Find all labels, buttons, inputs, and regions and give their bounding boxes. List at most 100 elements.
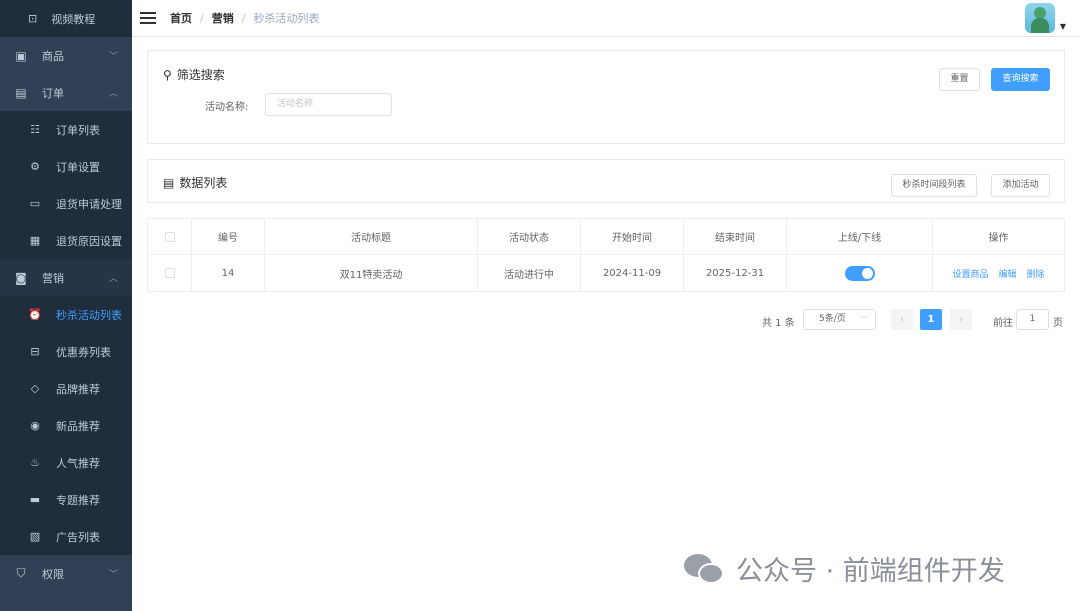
sidebar-item-video-tutorial[interactable]: ⊡ 视频教程	[0, 0, 132, 37]
checkbox[interactable]	[164, 268, 175, 278]
return-icon: ▭	[29, 197, 41, 210]
sidebar-item-ad[interactable]: ▧ 广告列表	[0, 518, 132, 555]
prev-page-button[interactable]: ‹	[891, 309, 913, 330]
column-header: 操作	[988, 233, 1009, 244]
breadcrumb-current: 秒杀活动列表	[253, 12, 320, 25]
sidebar-menu-goods[interactable]: ▣ 商品 ﹀	[0, 37, 132, 74]
sidebar-item-coupon[interactable]: ⊟ 优惠券列表	[0, 333, 132, 370]
set-goods-link[interactable]: 设置商品	[952, 267, 988, 280]
breadcrumb-home[interactable]: 首页	[170, 10, 192, 26]
ad-icon: ▧	[29, 530, 41, 543]
watermark: 公众号 · 前端组件开发	[684, 549, 1005, 588]
column-header: 活动标题	[265, 219, 478, 254]
pagination-total: 共 1 条	[762, 318, 795, 329]
top-navbar: 首页 / 营销 / 秒杀活动列表 ▼	[132, 0, 1080, 37]
activity-table: 编号 活动标题 活动状态 开始时间 结束时间 上线/下线 操作 14 双11特卖…	[147, 218, 1065, 292]
column-header: 结束时间	[684, 219, 787, 254]
column-header: 活动状态	[478, 219, 581, 254]
sidebar-item-label: 退货原因设置	[56, 234, 122, 248]
avatar[interactable]	[1025, 3, 1055, 33]
breadcrumb-separator: /	[241, 11, 246, 25]
sidebar-item-brand[interactable]: ◇ 品牌推荐	[0, 370, 132, 407]
sidebar-item-return-apply[interactable]: ▭ 退货申请处理	[0, 185, 132, 222]
activity-name-input[interactable]: 活动名称	[265, 93, 392, 116]
sidebar-menu-marketing[interactable]: ◙ 营销 ︿	[0, 259, 132, 296]
sidebar-menu-order[interactable]: ▤ 订单 ︿	[0, 74, 132, 111]
chevron-down-icon: ﹀	[108, 52, 118, 62]
filter-card: ⚲ 筛选搜索 活动名称: 活动名称 重置 查询搜索	[147, 50, 1065, 144]
chevron-up-icon: ︿	[108, 274, 118, 284]
coupon-icon: ⊟	[30, 345, 40, 358]
marketing-icon: ◙	[15, 270, 27, 285]
goto-page-input[interactable]: 1	[1016, 309, 1049, 330]
list-icon: ☷	[30, 123, 40, 136]
sidebar-item-label: 权限	[42, 567, 64, 581]
page-size-value: 5条/页	[819, 314, 846, 324]
search-button[interactable]: 查询搜索	[991, 68, 1050, 91]
filter-title-text: 筛选搜索	[176, 68, 225, 82]
activity-name-label: 活动名称:	[205, 102, 249, 113]
data-list-card: ▤ 数据列表 秒杀时间段列表 添加活动	[147, 159, 1065, 203]
clock-icon: ⏰	[28, 308, 42, 321]
new-icon: ◉	[30, 419, 40, 432]
sidebar-item-label: 优惠券列表	[56, 345, 111, 359]
sidebar-item-label: 广告列表	[56, 530, 100, 544]
edit-link[interactable]: 编辑	[998, 267, 1016, 280]
breadcrumb: 首页 / 营销 / 秒杀活动列表	[170, 10, 319, 26]
sidebar-item-order-settings[interactable]: ⚙ 订单设置	[0, 148, 132, 185]
main-content: ⚲ 筛选搜索 活动名称: 活动名称 重置 查询搜索 ▤ 数据列表 秒杀时间段列表…	[132, 37, 1080, 611]
sidebar-item-flash-sale[interactable]: ⏰ 秒杀活动列表	[0, 296, 132, 333]
document-icon: ▤	[163, 175, 175, 190]
sidebar-item-label: 订单设置	[56, 160, 100, 174]
gear-icon: ⚙	[30, 160, 40, 173]
chevron-up-icon: ︿	[108, 89, 118, 99]
sidebar-item-label: 商品	[42, 49, 64, 63]
fire-icon: ♨	[30, 456, 40, 469]
cell-title: 双11特卖活动	[265, 255, 478, 291]
sidebar-item-order-list[interactable]: ☷ 订单列表	[0, 111, 132, 148]
reset-button[interactable]: 重置	[939, 68, 980, 91]
breadcrumb-marketing[interactable]: 营销	[212, 10, 234, 26]
row-select[interactable]	[148, 255, 192, 291]
video-icon: ⊡	[28, 12, 38, 25]
topic-icon: ▬	[29, 493, 41, 506]
sidebar-item-label: 视频教程	[51, 12, 96, 26]
sidebar-item-label: 订单	[42, 86, 64, 100]
tag-icon: ◇	[30, 382, 40, 395]
reason-icon: ▦	[29, 234, 41, 247]
list-title: ▤ 数据列表	[163, 174, 227, 191]
add-activity-button[interactable]: 添加活动	[991, 174, 1050, 197]
pagination: 共 1 条 5条/页 ﹀ ‹ 1 › 前往 1 页	[132, 309, 1080, 331]
page-word: 页	[1053, 318, 1063, 329]
chevron-down-icon: ﹀	[108, 570, 118, 580]
time-slot-list-button[interactable]: 秒杀时间段列表	[891, 174, 977, 197]
cell-id: 14	[192, 255, 265, 291]
sidebar-item-hot[interactable]: ♨ 人气推荐	[0, 444, 132, 481]
sidebar-item-return-reason[interactable]: ▦ 退货原因设置	[0, 222, 132, 259]
hamburger-icon[interactable]	[140, 12, 156, 24]
watermark-text: 公众号 · 前端组件开发	[736, 556, 1005, 587]
sidebar-item-label: 秒杀活动列表	[56, 308, 122, 322]
order-icon: ▤	[15, 85, 27, 100]
cell-end: 2025-12-31	[684, 255, 787, 291]
sidebar-item-topic[interactable]: ▬ 专题推荐	[0, 481, 132, 518]
sidebar: ⊡ 视频教程 ▣ 商品 ﹀ ▤ 订单 ︿ ☷ 订单列表 ⚙ 订单设置 ▭ 退货申…	[0, 0, 132, 611]
sidebar-menu-permission[interactable]: ⛉ 权限 ﹀	[0, 555, 132, 592]
goods-icon: ▣	[15, 48, 27, 63]
page-number[interactable]: 1	[920, 309, 942, 330]
caret-down-icon[interactable]: ▼	[1060, 22, 1066, 31]
checkbox[interactable]	[164, 231, 175, 242]
breadcrumb-separator: /	[200, 11, 204, 25]
filter-title: ⚲ 筛选搜索	[163, 66, 225, 83]
delete-link[interactable]: 删除	[1027, 267, 1045, 280]
sidebar-item-new[interactable]: ◉ 新品推荐	[0, 407, 132, 444]
search-icon: ⚲	[163, 67, 172, 82]
cell-start: 2024-11-09	[581, 255, 684, 291]
wechat-icon	[684, 551, 728, 587]
online-toggle[interactable]	[844, 265, 875, 281]
next-page-button[interactable]: ›	[950, 309, 972, 330]
header-select-all[interactable]	[148, 219, 192, 254]
table-header: 编号 活动标题 活动状态 开始时间 结束时间 上线/下线 操作	[148, 219, 1064, 255]
page-size-select[interactable]: 5条/页 ﹀	[803, 309, 876, 330]
cell-status: 活动进行中	[478, 255, 581, 291]
